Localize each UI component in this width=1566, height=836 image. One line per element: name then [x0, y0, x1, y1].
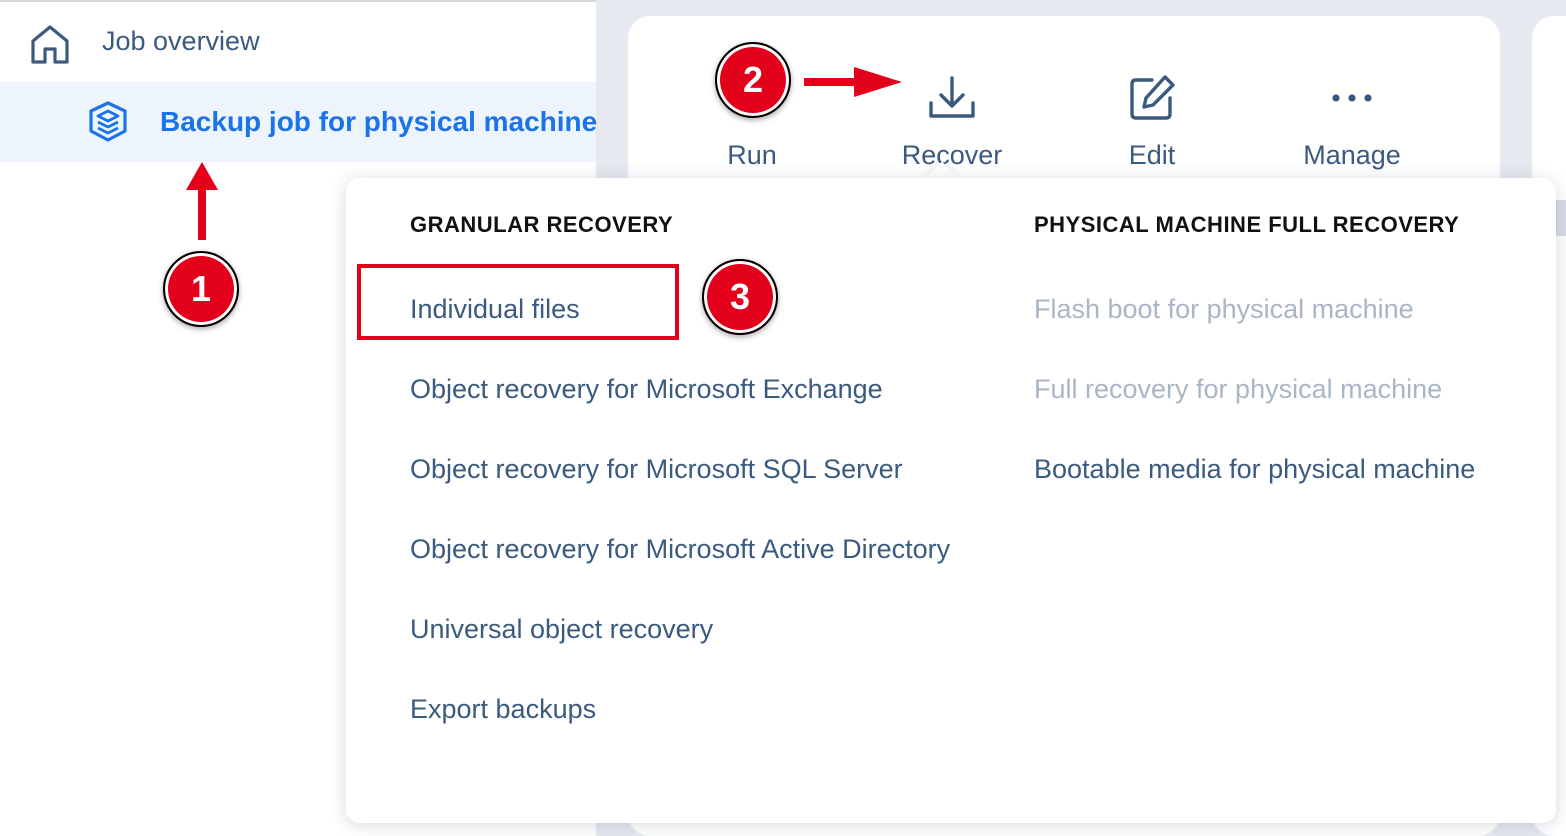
arrow-up-annotation [186, 162, 218, 240]
scrollbar[interactable] [1556, 200, 1566, 236]
arrow-right-annotation [804, 67, 902, 97]
edit-label: Edit [1128, 140, 1176, 170]
edit-icon [1126, 72, 1178, 124]
menu-item-sql-recovery[interactable]: Object recovery for Microsoft SQL Server [410, 454, 903, 485]
full-recovery-heading: PHYSICAL MACHINE FULL RECOVERY [1034, 212, 1460, 237]
menu-item-full-recovery: Full recovery for physical machine [1034, 374, 1443, 404]
menu-item-flash-boot: Flash boot for physical machine [1034, 294, 1414, 324]
menu-item-export-backups[interactable]: Export backups [410, 694, 596, 725]
manage-button[interactable]: Manage [1272, 56, 1432, 176]
recover-label: Recover [901, 140, 1003, 170]
sidebar-item-label: Backup job for physical machine [160, 106, 598, 137]
granular-recovery-heading: GRANULAR RECOVERY [410, 212, 674, 237]
menu-item-exchange-recovery[interactable]: Object recovery for Microsoft Exchange [410, 374, 883, 405]
menu-item-universal-recovery[interactable]: Universal object recovery [410, 614, 713, 645]
sidebar-item-job-overview[interactable]: Job overview [0, 2, 596, 82]
highlight-box [357, 264, 679, 340]
more-icon [1326, 72, 1378, 124]
backup-job-icon [84, 98, 132, 146]
step-badge-1: 1 [163, 251, 239, 327]
menu-item-bootable-media[interactable]: Bootable media for physical machine [1034, 454, 1475, 485]
run-label: Run [727, 140, 777, 170]
download-icon [926, 72, 978, 124]
step-badge-2: 2 [715, 42, 791, 118]
step-badge-3: 3 [702, 259, 778, 335]
sidebar-item-label: Job overview [102, 26, 260, 56]
edit-button[interactable]: Edit [1072, 56, 1232, 176]
menu-item-ad-recovery[interactable]: Object recovery for Microsoft Active Dir… [410, 534, 950, 565]
home-icon [28, 22, 72, 66]
manage-label: Manage [1303, 140, 1401, 170]
sidebar-item-backup-job[interactable]: Backup job for physical machine [0, 82, 598, 162]
